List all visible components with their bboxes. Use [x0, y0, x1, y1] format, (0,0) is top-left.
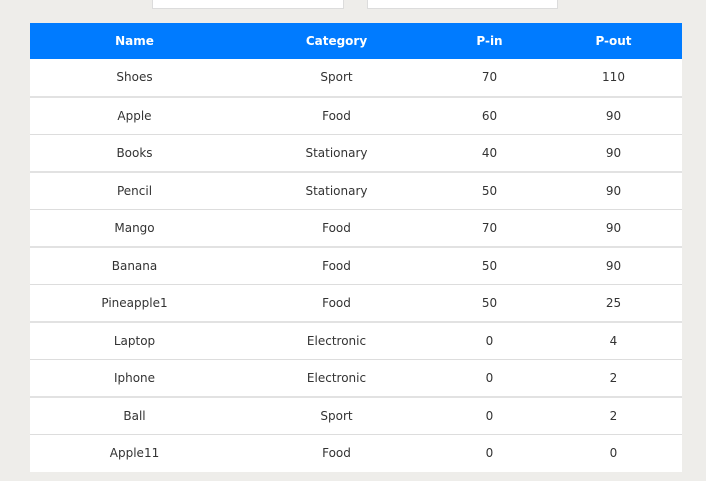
cell-name: Iphone [30, 358, 239, 397]
cell-name: Pencil [30, 170, 239, 209]
cell-p-out: 25 [545, 283, 682, 322]
cell-p-out: 90 [545, 170, 682, 209]
table-row[interactable]: Pineapple1 Food 50 25 [30, 283, 682, 322]
cell-category: Food [239, 433, 434, 472]
products-table-container: Name Category P-in P-out Shoes Sport 70 110… [30, 23, 682, 472]
cell-category: Sport [239, 395, 434, 434]
page: Name Category P-in P-out Shoes Sport 70 110… [0, 0, 706, 481]
cell-name: Apple11 [30, 433, 239, 472]
cell-p-in: 60 [434, 95, 545, 134]
cell-p-out: 90 [545, 95, 682, 134]
cell-category: Stationary [239, 170, 434, 209]
table-row[interactable]: Iphone Electronic 0 2 [30, 358, 682, 397]
column-header-name[interactable]: Name [30, 23, 239, 59]
table-body: Shoes Sport 70 110 Apple Food 60 90 Books Station… [30, 59, 682, 472]
cell-p-in: 50 [434, 170, 545, 209]
table-row[interactable]: Apple Food 60 90 [30, 95, 682, 134]
filter-input-right[interactable] [367, 0, 558, 9]
cell-category: Food [239, 95, 434, 134]
column-header-p-in[interactable]: P-in [434, 23, 545, 59]
cell-p-out: 90 [545, 245, 682, 284]
cell-p-out: 4 [545, 320, 682, 359]
table-row[interactable]: Laptop Electronic 0 4 [30, 320, 682, 359]
cell-name: Ball [30, 395, 239, 434]
column-header-p-out[interactable]: P-out [545, 23, 682, 59]
cell-category: Stationary [239, 133, 434, 172]
cell-p-in: 40 [434, 133, 545, 172]
table-row[interactable]: Books Stationary 40 90 [30, 133, 682, 172]
table-row[interactable]: Mango Food 70 90 [30, 208, 682, 247]
cell-category: Food [239, 283, 434, 322]
cell-name: Shoes [116, 70, 153, 85]
cell-category: Food [239, 245, 434, 284]
cell-p-out: 2 [545, 395, 682, 434]
cell-category: Electronic [239, 320, 434, 359]
cell-category: Electronic [239, 358, 434, 397]
cell-p-out: 2 [545, 358, 682, 397]
cell-category: Food [239, 208, 434, 247]
cell-p-out: 0 [545, 433, 682, 472]
filter-input-left[interactable] [152, 0, 344, 9]
cell-name: Apple [30, 95, 239, 134]
products-table: Name Category P-in P-out Shoes Sport 70 110… [30, 23, 682, 472]
table-row[interactable]: Ball Sport 0 2 [30, 395, 682, 434]
cell-category: Sport [320, 70, 353, 85]
cell-p-out: 110 [602, 70, 625, 85]
table-row[interactable]: Shoes Sport 70 110 [30, 59, 682, 97]
cell-p-in: 0 [434, 395, 545, 434]
cell-name: Banana [30, 245, 239, 284]
cell-p-in: 0 [434, 433, 545, 472]
table-row[interactable]: Banana Food 50 90 [30, 245, 682, 284]
cell-name: Books [30, 133, 239, 172]
cell-p-in: 50 [434, 283, 545, 322]
cell-p-in: 70 [434, 208, 545, 247]
cell-p-in: 0 [434, 358, 545, 397]
cell-p-out: 90 [545, 208, 682, 247]
header-row: Name Category P-in P-out [30, 23, 682, 59]
cell-p-in: 0 [434, 320, 545, 359]
table-header: Name Category P-in P-out [30, 23, 682, 59]
cell-p-out: 90 [545, 133, 682, 172]
cell-name: Pineapple1 [30, 283, 239, 322]
cell-name: Laptop [30, 320, 239, 359]
cell-name: Mango [30, 208, 239, 247]
table-row[interactable]: Apple11 Food 0 0 [30, 433, 682, 472]
cell-p-in: 70 [481, 70, 498, 85]
cell-p-in: 50 [434, 245, 545, 284]
column-header-category[interactable]: Category [239, 23, 434, 59]
table-row[interactable]: Pencil Stationary 50 90 [30, 170, 682, 209]
